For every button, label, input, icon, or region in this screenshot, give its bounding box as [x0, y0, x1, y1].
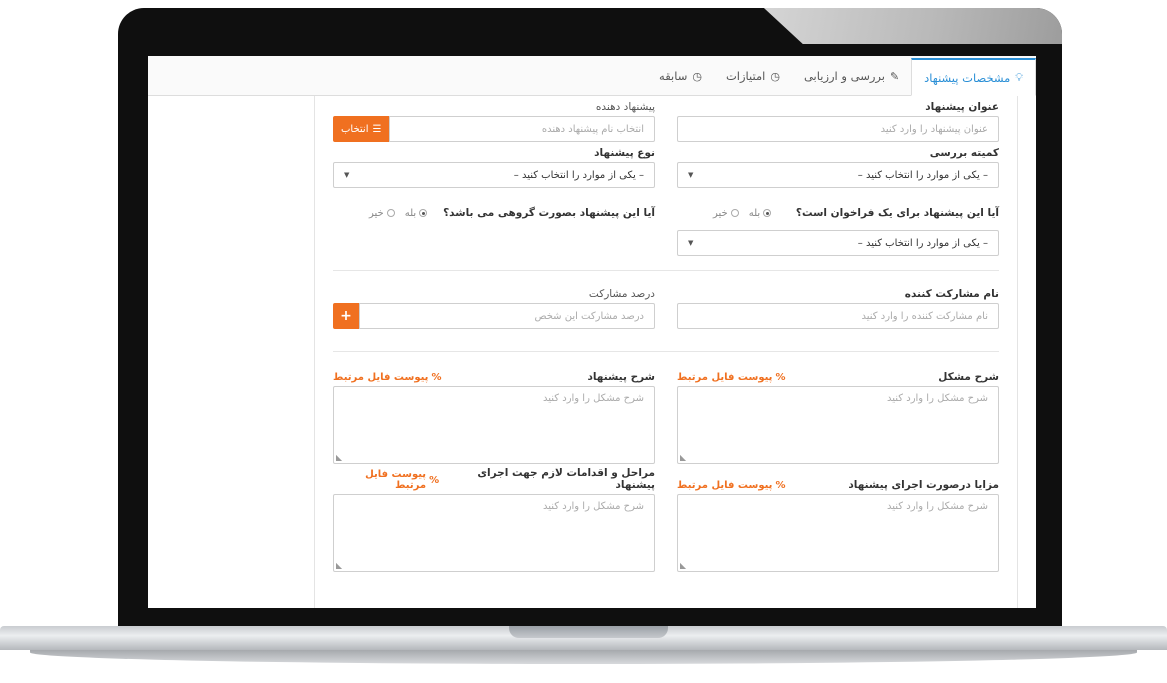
- group-no-radio[interactable]: خیر: [369, 208, 395, 219]
- problem-textarea[interactable]: شرح مشکل را وارد کنید ◢: [677, 386, 999, 464]
- tab-label: سابقه: [659, 69, 688, 83]
- radio-label: خیر: [713, 207, 728, 219]
- textarea-placeholder: شرح مشکل را وارد کنید: [887, 501, 988, 512]
- group-question: آیا این پیشنهاد بصورت گروهی می باشد؟: [443, 207, 655, 219]
- resize-handle-icon[interactable]: ◢: [680, 561, 686, 570]
- attach-label: پیوست فایل مرتبط: [677, 480, 773, 491]
- title-input[interactable]: عنوان پیشنهاد را وارد کنید: [677, 116, 999, 142]
- lightbulb-icon: 💡︎: [1015, 70, 1023, 84]
- type-label: نوع پیشنهاد: [594, 147, 655, 159]
- attach-file-link[interactable]: % پیوست فایل مرتبط: [333, 469, 439, 491]
- laptop-notch: [509, 626, 668, 638]
- group-yes-radio[interactable]: بله: [404, 207, 428, 219]
- tab-review[interactable]: ✎ بررسی و ارزیابی: [792, 57, 911, 95]
- textarea-placeholder: شرح مشکل را وارد کنید: [887, 393, 988, 404]
- percent-input[interactable]: درصد مشارکت این شخص: [359, 303, 655, 329]
- caret-down-icon: ▼: [688, 239, 694, 247]
- committee-select-value: – یکی از موارد را انتخاب کنید –: [857, 169, 988, 181]
- type-select[interactable]: – یکی از موارد را انتخاب کنید – ▼: [333, 162, 655, 188]
- attach-file-link[interactable]: % پیوست فایل مرتبط: [677, 480, 785, 491]
- caret-down-icon: ▼: [344, 171, 350, 179]
- resize-handle-icon[interactable]: ◢: [336, 561, 342, 570]
- radio-label: بله: [748, 207, 761, 219]
- radio-checked-icon: [763, 209, 772, 217]
- tab-history[interactable]: ◷ سابقه: [647, 57, 714, 95]
- select-proposer-button[interactable]: ☰ انتخاب: [333, 116, 390, 142]
- section-divider: [333, 351, 999, 352]
- proposal-desc-textarea[interactable]: شرح مشکل را وارد کنید ◢: [333, 386, 655, 464]
- participant-label: نام مشارکت کننده: [904, 288, 999, 300]
- tab-label: مشخصات پیشنهاد: [924, 70, 1011, 85]
- resize-handle-icon[interactable]: ◢: [336, 453, 342, 462]
- attach-file-link[interactable]: % پیوست فایل مرتبط: [677, 372, 785, 383]
- steps-textarea[interactable]: شرح مشکل را وارد کنید ◢: [333, 494, 655, 572]
- committee-select[interactable]: – یکی از موارد را انتخاب کنید – ▼: [677, 162, 999, 188]
- attach-label: پیوست فایل مرتبط: [333, 372, 429, 383]
- paperclip-icon: %: [431, 372, 442, 383]
- type-select-value: – یکی از موارد را انتخاب کنید –: [513, 169, 644, 181]
- caret-down-icon: ▼: [688, 171, 694, 179]
- list-icon: ☰: [372, 123, 382, 135]
- app-screen: 💡︎ مشخصات پیشنهاد ✎ بررسی و ارزیابی ◷ ام…: [148, 56, 1036, 608]
- callout-yes-radio[interactable]: بله: [748, 207, 772, 219]
- attach-label: پیوست فایل مرتبط: [365, 469, 427, 491]
- title-label: عنوان پیشنهاد: [925, 101, 999, 113]
- proposer-label: پیشنهاد دهنده: [595, 101, 655, 113]
- radio-label: بله: [404, 207, 417, 219]
- laptop-bezel: 💡︎ مشخصات پیشنهاد ✎ بررسی و ارزیابی ◷ ام…: [118, 8, 1062, 636]
- callout-question: آیا این پیشنهاد برای یک فراخوان است؟: [795, 207, 999, 219]
- attach-label: پیوست فایل مرتبط: [677, 372, 773, 383]
- benefits-label: مزایا درصورت اجرای پیشنهاد: [848, 479, 999, 491]
- section-divider: [333, 270, 999, 271]
- clock-icon: ◷: [770, 69, 780, 83]
- tab-scores[interactable]: ◷ امتیازات: [714, 57, 792, 95]
- select-button-label: انتخاب: [341, 123, 369, 135]
- callout-select-value: – یکی از موارد را انتخاب کنید –: [857, 237, 988, 249]
- add-participant-button[interactable]: +: [333, 303, 359, 329]
- resize-handle-icon[interactable]: ◢: [680, 453, 686, 462]
- proposal-desc-label: شرح پیشنهاد: [587, 371, 655, 383]
- tab-label: بررسی و ارزیابی: [803, 69, 885, 83]
- form-panel: عنوان پیشنهاد عنوان پیشنهاد را وارد کنید…: [314, 96, 1018, 608]
- tab-bar: 💡︎ مشخصات پیشنهاد ✎ بررسی و ارزیابی ◷ ام…: [148, 56, 1036, 96]
- benefits-textarea[interactable]: شرح مشکل را وارد کنید ◢: [677, 494, 999, 572]
- radio-unchecked-icon: [386, 209, 395, 217]
- paperclip-icon: %: [775, 372, 786, 383]
- clock-icon: ◷: [692, 69, 702, 83]
- proposer-input[interactable]: انتخاب نام پیشنهاد دهنده: [389, 116, 655, 142]
- laptop-base-foot: [30, 650, 1137, 664]
- tab-label: امتیازات: [725, 69, 766, 83]
- screen-glare: [763, 8, 1062, 44]
- textarea-placeholder: شرح مشکل را وارد کنید: [543, 501, 644, 512]
- radio-label: خیر: [369, 207, 384, 219]
- paperclip-icon: %: [429, 474, 440, 486]
- edit-icon: ✎: [889, 69, 900, 83]
- textarea-placeholder: شرح مشکل را وارد کنید: [543, 393, 644, 404]
- problem-label: شرح مشکل: [938, 371, 999, 383]
- radio-unchecked-icon: [730, 209, 739, 217]
- paperclip-icon: %: [775, 480, 786, 491]
- participant-input[interactable]: نام مشارکت کننده را وارد کنید: [677, 303, 999, 329]
- committee-label: کمیته بررسی: [929, 147, 999, 159]
- steps-label: مراحل و اقدامات لازم جهت اجرای پیشنهاد: [477, 467, 655, 491]
- tab-proposal-details[interactable]: 💡︎ مشخصات پیشنهاد: [911, 58, 1036, 96]
- callout-no-radio[interactable]: خیر: [713, 208, 739, 219]
- percent-label: درصد مشارکت: [588, 288, 655, 300]
- attach-file-link[interactable]: % پیوست فایل مرتبط: [333, 372, 441, 383]
- callout-select[interactable]: – یکی از موارد را انتخاب کنید – ▼: [677, 230, 999, 256]
- radio-checked-icon: [419, 209, 428, 217]
